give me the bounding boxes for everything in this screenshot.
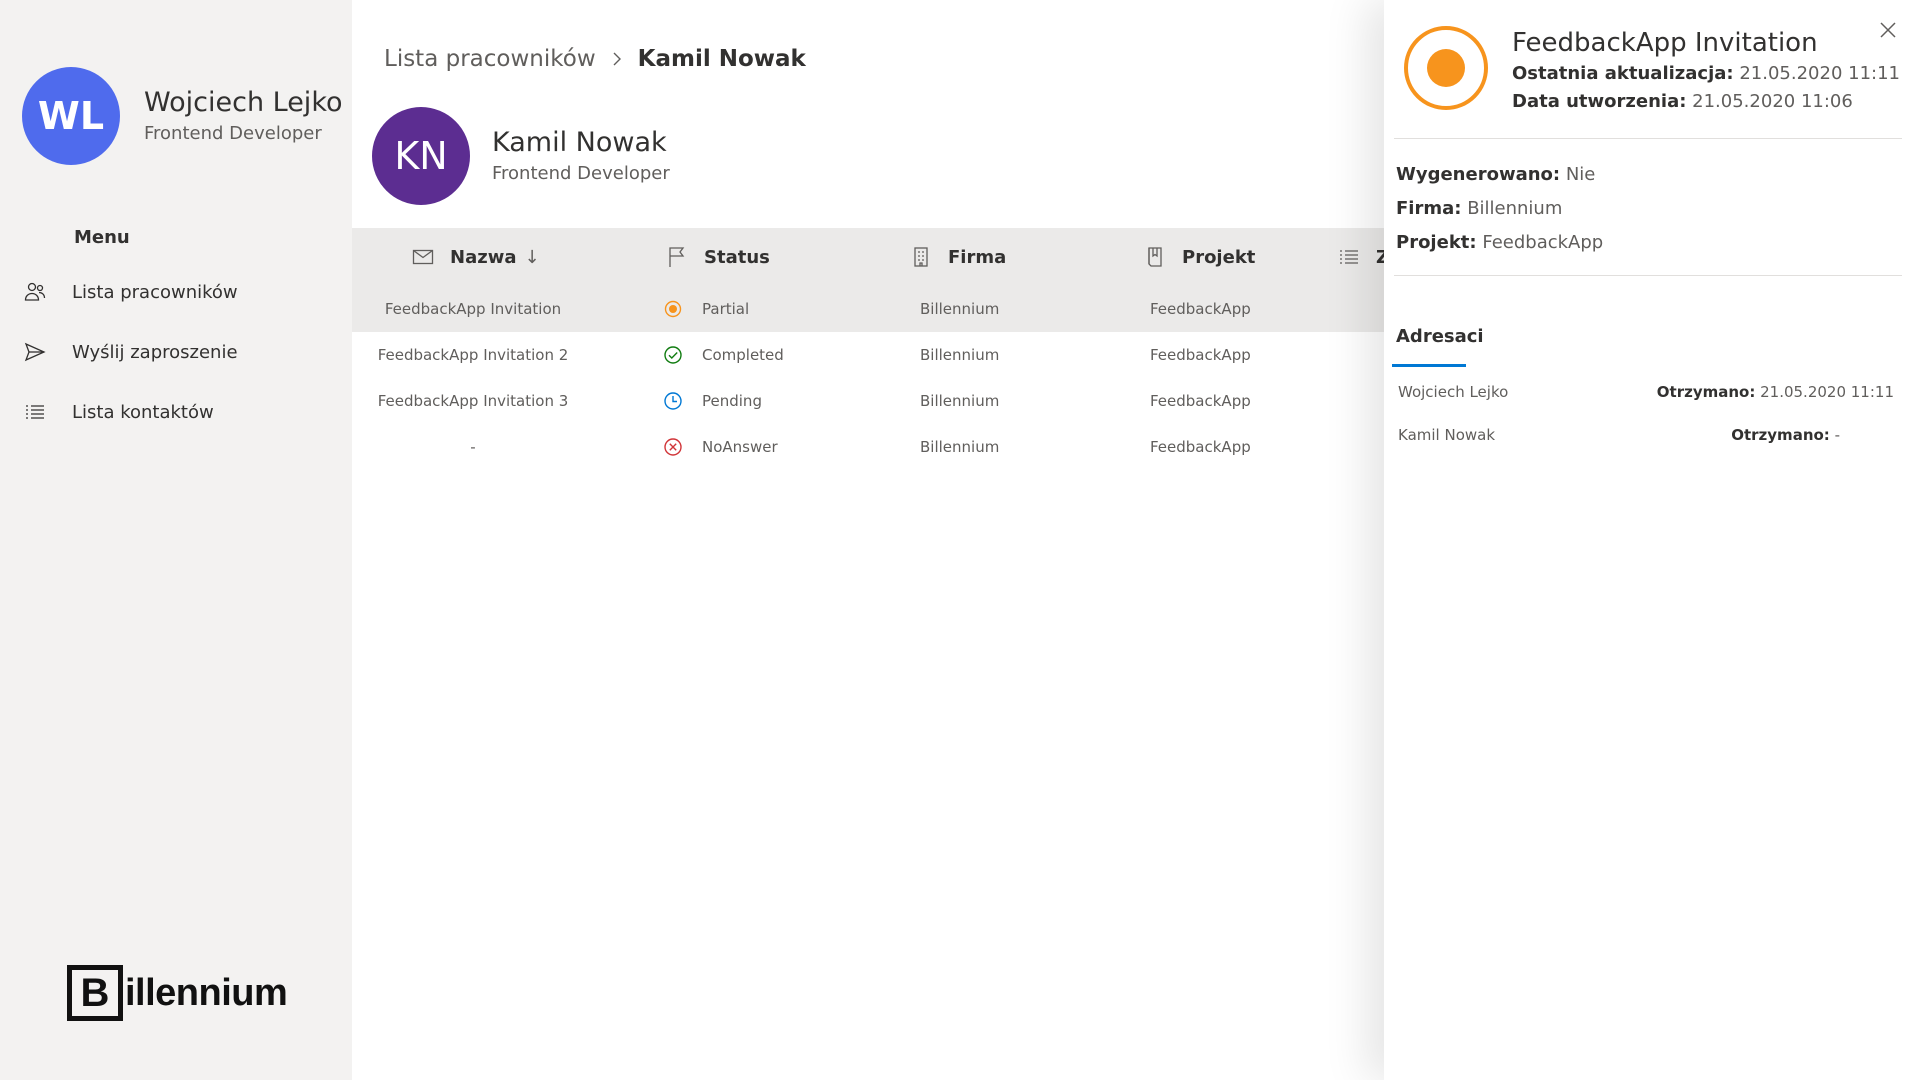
cell-projekt: FeedbackApp [1150,300,1251,318]
send-icon [22,339,48,365]
recipient-row: Kamil Nowak Otrzymano: - [1398,420,1894,450]
column-header-firma[interactable]: Firma [910,228,1006,286]
breadcrumb: Lista pracowników Kamil Nowak [384,46,806,72]
column-label: Firma [948,246,1007,268]
cell-projekt: FeedbackApp [1150,392,1251,410]
cell-firma: Billennium [920,392,1000,410]
cell-firma: Billennium [920,300,1000,318]
person-header: KN Kamil Nowak Frontend Developer [372,107,670,205]
table-header: Nazwa ↓ Status Firma Projekt Z [352,228,1389,286]
column-header-nazwa[interactable]: Nazwa ↓ [412,228,540,286]
menu-title: Menu [74,227,130,248]
details-panel: FeedbackApp Invitation Ostatnia aktualiz… [1384,0,1920,1080]
column-label: Nazwa [450,246,517,268]
status-label: NoAnswer [702,438,778,456]
divider [1394,275,1902,276]
billennium-logo: B illennium [67,965,288,1021]
status-label: Partial [702,300,750,318]
column-label: Projekt [1182,246,1256,268]
created-date: Data utworzenia: 21.05.2020 11:06 [1512,91,1853,112]
cell-firma: Billennium [920,346,1000,364]
sidebar-item-label: Wyślij zaproszenie [72,341,238,363]
user-name: Wojciech Lejko [144,87,343,118]
cell-firma: Billennium [920,438,1000,456]
check-circle-icon [662,344,684,366]
avatar: KN [372,107,470,205]
tab-active-indicator [1392,364,1466,367]
list-icon [1338,246,1360,268]
x-circle-icon [662,436,684,458]
avatar[interactable]: WL [22,67,120,165]
cell-name: FeedbackApp Invitation 3 [377,392,569,410]
building-icon [910,246,932,268]
recipient-received: Otrzymano: 21.05.2020 11:11 [1656,383,1894,401]
table-row[interactable]: FeedbackApp Invitation 3 Pending Billenn… [352,378,1384,424]
person-role: Frontend Developer [492,163,670,184]
partial-icon [1404,26,1488,110]
logo-text: illennium [125,971,288,1014]
people-icon [22,279,48,305]
cell-status: Completed [662,332,784,378]
property-generated: Wygenerowano: Nie [1396,164,1596,185]
tab-recipients[interactable]: Adresaci [1396,326,1484,357]
status-label: Completed [702,346,784,364]
invitations-table: Nazwa ↓ Status Firma Projekt Z FeedbackA… [352,228,1389,470]
status-label: Pending [702,392,762,410]
partial-icon [662,298,684,320]
column-header-status[interactable]: Status [666,228,770,286]
property-firma: Firma: Billennium [1396,198,1563,219]
cell-name: FeedbackApp Invitation 2 [377,346,569,364]
sidebar: WL Wojciech Lejko Frontend Developer Men… [0,0,352,1080]
sidebar-item-contacts[interactable]: Lista kontaktów [0,382,352,442]
cell-projekt: FeedbackApp [1150,346,1251,364]
panel-title: FeedbackApp Invitation [1512,28,1818,58]
chevron-right-icon [610,51,624,67]
user-role: Frontend Developer [144,123,322,144]
breadcrumb-current: Kamil Nowak [637,46,806,72]
sidebar-item-label: Lista kontaktów [72,401,214,423]
sidebar-item-send-invitation[interactable]: Wyślij zaproszenie [0,322,352,382]
recipient-name: Kamil Nowak [1398,426,1496,444]
sidebar-nav: Lista pracowników Wyślij zaproszenie Lis… [0,262,352,442]
sidebar-item-label: Lista pracowników [72,281,238,303]
recipient-name: Wojciech Lejko [1398,383,1509,401]
divider [1394,138,1902,139]
current-user: WL Wojciech Lejko Frontend Developer [22,67,343,165]
column-header-z[interactable]: Z [1338,228,1389,286]
main-content: Lista pracowników Kamil Nowak KN Kamil N… [352,0,1389,1080]
sidebar-item-employees[interactable]: Lista pracowników [0,262,352,322]
sort-down-icon: ↓ [524,246,540,268]
table-row[interactable]: FeedbackApp Invitation 2 Completed Bille… [352,332,1384,378]
book-icon [1144,246,1166,268]
logo-mark: B [67,965,123,1021]
clock-icon [662,390,684,412]
panel-properties: Wygenerowano: Nie Firma: Billennium Proj… [1396,158,1603,260]
column-header-projekt[interactable]: Projekt [1144,228,1255,286]
property-projekt: Projekt: FeedbackApp [1396,232,1604,253]
cell-status: Partial [662,286,749,332]
cell-status: NoAnswer [662,424,778,470]
last-updated: Ostatnia aktualizacja: 21.05.2020 11:11 [1512,63,1900,84]
cell-projekt: FeedbackApp [1150,438,1251,456]
list-icon [22,399,48,425]
flag-icon [666,246,688,268]
cell-name: FeedbackApp Invitation [384,300,562,318]
cell-status: Pending [662,378,762,424]
recipient-row: Wojciech Lejko Otrzymano: 21.05.2020 11:… [1398,377,1894,407]
column-label: Status [704,246,770,268]
breadcrumb-parent[interactable]: Lista pracowników [384,46,596,72]
table-row[interactable]: - NoAnswer Billennium FeedbackApp [352,424,1384,470]
recipient-received: Otrzymano: - [1731,426,1840,444]
panel-header: FeedbackApp Invitation Ostatnia aktualiz… [1402,24,1900,116]
person-name: Kamil Nowak [492,127,667,158]
cell-name: - [470,438,476,456]
table-row[interactable]: FeedbackApp Invitation Partial Billenniu… [352,286,1384,332]
mail-icon [412,246,434,268]
